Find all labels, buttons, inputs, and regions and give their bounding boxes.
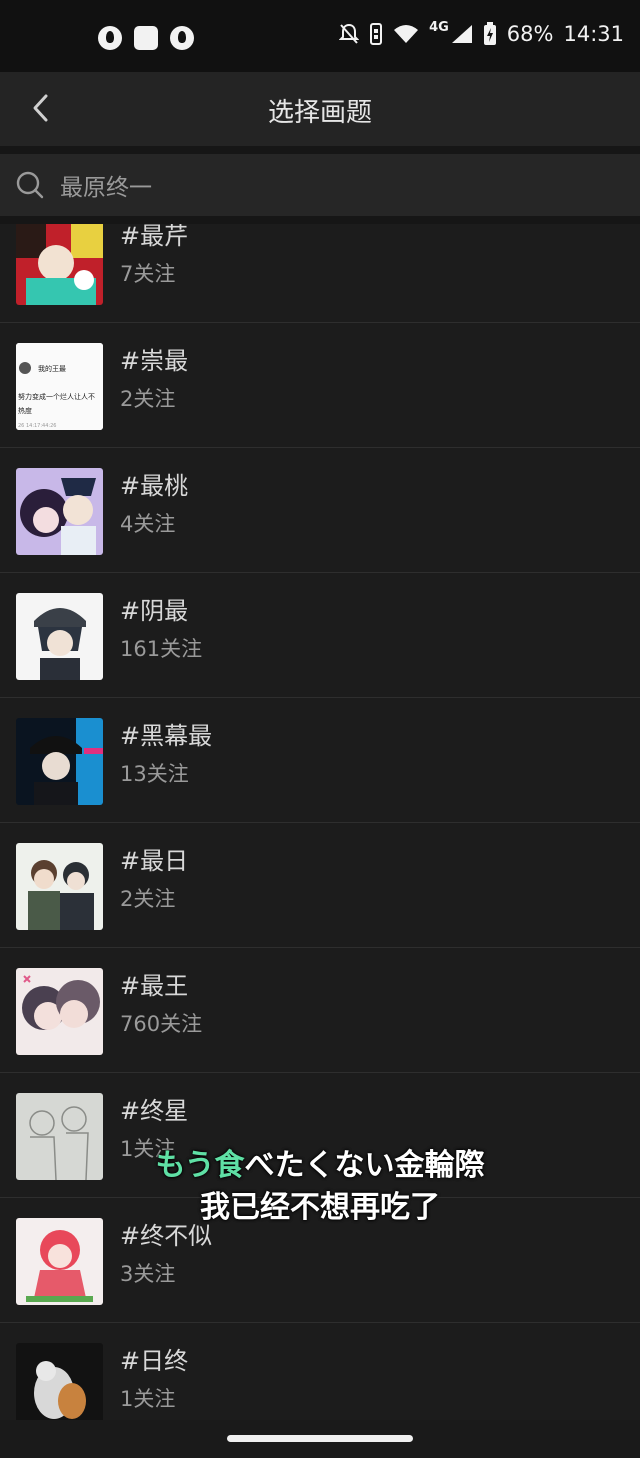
list-item[interactable]: #最王 760关注 xyxy=(0,948,640,1073)
subtitle-rest: べたくない金輪際 xyxy=(244,1148,485,1183)
topic-thumbnail xyxy=(16,224,103,305)
list-item[interactable]: #阴最 161关注 xyxy=(0,573,640,698)
app-notification-icon xyxy=(98,26,122,50)
topic-followers: 2关注 xyxy=(120,387,176,411)
topic-thumbnail xyxy=(16,1343,103,1420)
topic-thumbnail xyxy=(16,843,103,930)
topic-thumbnail xyxy=(16,968,103,1055)
clock: 14:31 xyxy=(563,22,624,46)
thumb-time-text: 26 14:17:44:26 xyxy=(18,423,56,429)
status-bar: 4G 68% 14:31 xyxy=(0,0,640,72)
list-item[interactable]: #最日 2关注 xyxy=(0,823,640,948)
topic-name: #最日 xyxy=(120,847,189,875)
topic-thumbnail xyxy=(16,593,103,680)
wifi-icon xyxy=(394,25,419,43)
search-icon xyxy=(16,171,44,199)
network-type: 4G xyxy=(429,19,449,35)
topic-followers: 1关注 xyxy=(120,1387,176,1411)
topic-followers: 161关注 xyxy=(120,637,203,661)
topic-followers: 13关注 xyxy=(120,762,189,786)
topic-thumbnail xyxy=(16,718,103,805)
divider xyxy=(0,146,640,154)
gesture-nav-bar xyxy=(0,1420,640,1458)
battery-charging-icon xyxy=(483,22,496,45)
topic-name: #最芹 xyxy=(120,224,189,250)
topic-name: #崇最 xyxy=(120,347,189,375)
thumb-user-text: 我的王最 xyxy=(38,364,66,373)
topic-list: #最芹 7关注 我的王最 努力变成一个烂人让人不 热度 26 14:17:44:… xyxy=(0,224,640,1420)
topic-followers: 7关注 xyxy=(120,262,176,286)
subtitle-chinese: 我已经不想再吃了 xyxy=(200,1190,440,1225)
topic-thumbnail xyxy=(16,468,103,555)
topic-followers: 4关注 xyxy=(120,512,176,536)
topic-name: #黑幕最 xyxy=(120,722,213,750)
search-input[interactable] xyxy=(60,166,620,204)
topic-name: #最王 xyxy=(120,972,189,1000)
divider xyxy=(0,216,640,224)
app-header: 选择画题 xyxy=(0,72,640,146)
notification-icons xyxy=(98,26,194,50)
thumb-post-text: 热度 xyxy=(18,406,32,415)
topic-thumbnail: 我的王最 努力变成一个烂人让人不 热度 26 14:17:44:26 xyxy=(16,343,103,430)
battery-percent: 68% xyxy=(506,22,554,46)
mute-bell-icon xyxy=(339,23,360,44)
page-title: 选择画题 xyxy=(267,98,372,128)
list-item[interactable]: #日终 1关注 xyxy=(0,1323,640,1420)
topic-followers: 2关注 xyxy=(120,887,176,911)
search-bar xyxy=(0,154,640,216)
topic-name: #阴最 xyxy=(120,597,189,625)
app-notification-icon xyxy=(134,26,158,50)
list-item[interactable]: #最芹 7关注 xyxy=(0,224,640,323)
topic-name: #终星 xyxy=(120,1097,189,1125)
signal-icon xyxy=(451,25,472,43)
vibrate-icon xyxy=(370,23,383,45)
list-item[interactable]: #黑幕最 13关注 xyxy=(0,698,640,823)
subtitle-japanese: もう食べたくない金輪際 xyxy=(0,1140,640,1184)
list-item[interactable]: 我的王最 努力变成一个烂人让人不 热度 26 14:17:44:26 #崇最 2… xyxy=(0,323,640,448)
system-icons: 4G 68% 14:31 xyxy=(339,19,624,46)
topic-thumbnail xyxy=(16,1218,103,1305)
thumb-post-text: 努力变成一个烂人让人不 xyxy=(18,392,95,401)
home-indicator[interactable] xyxy=(227,1435,413,1442)
app-notification-icon xyxy=(170,26,194,50)
topic-name: #日终 xyxy=(120,1347,189,1375)
subtitle-highlight: もう食 xyxy=(155,1148,245,1183)
list-item[interactable]: #最桃 4关注 xyxy=(0,448,640,573)
topic-name: #最桃 xyxy=(120,472,189,500)
topic-followers: 760关注 xyxy=(120,1012,203,1036)
topic-followers: 3关注 xyxy=(120,1262,176,1286)
